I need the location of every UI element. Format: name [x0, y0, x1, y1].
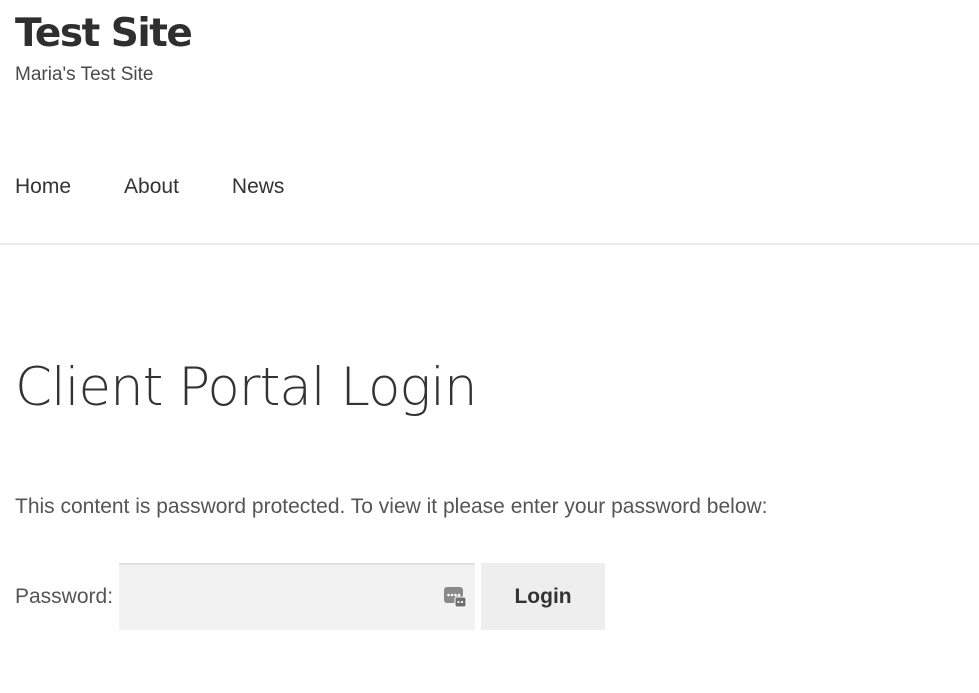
- main-navigation: Home About News: [15, 172, 337, 202]
- nav-item-news[interactable]: News: [232, 172, 285, 202]
- site-tagline: Maria's Test Site: [15, 64, 154, 85]
- password-protected-notice: This content is password protected. To v…: [15, 495, 768, 518]
- login-button[interactable]: Login: [481, 563, 606, 630]
- password-form: Password: Login: [15, 563, 606, 630]
- site-title[interactable]: Test Site: [15, 10, 193, 58]
- password-label: Password:: [15, 584, 114, 608]
- password-manager-key-icon[interactable]: [443, 585, 467, 609]
- password-field-wrapper: [119, 563, 476, 630]
- site-branding: Test Site Maria's Test Site: [15, 10, 193, 86]
- nav-item-home[interactable]: Home: [15, 172, 71, 202]
- nav-item-about[interactable]: About: [124, 172, 179, 202]
- site-header: Test Site Maria's Test Site Home About N…: [0, 0, 979, 245]
- page-title: Client Portal Login: [15, 357, 478, 418]
- password-input[interactable]: [119, 565, 476, 630]
